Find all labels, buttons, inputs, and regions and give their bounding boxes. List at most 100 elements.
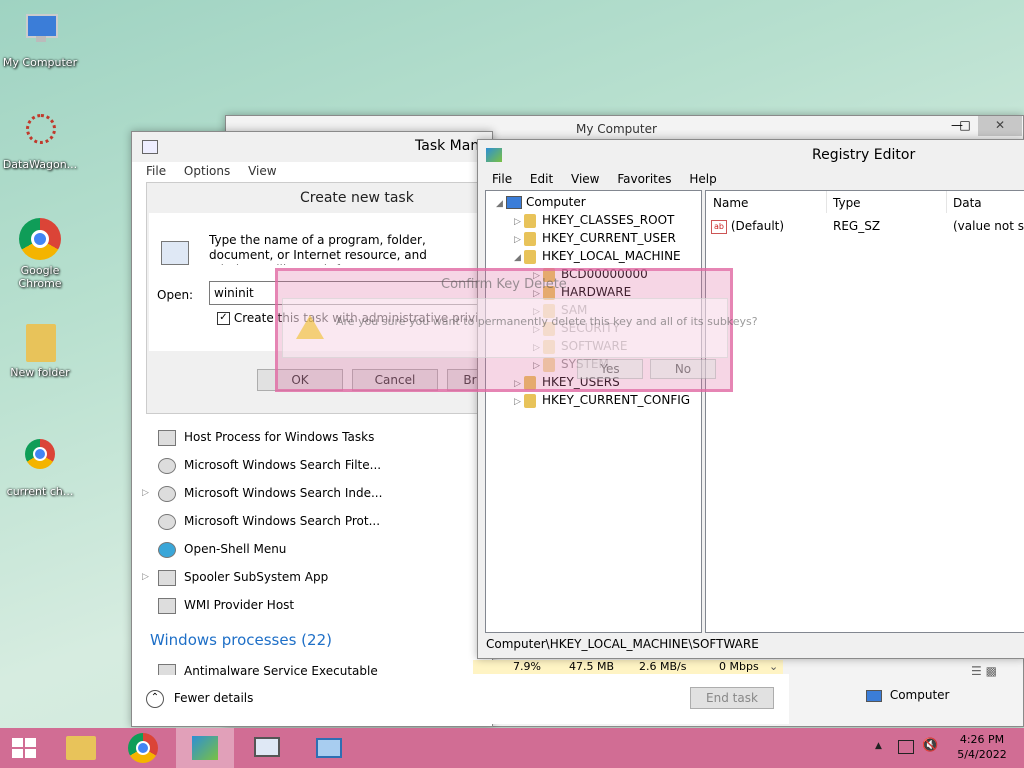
computer-icon <box>506 196 522 209</box>
run-icon <box>161 241 189 265</box>
desktop-icon-datawagon[interactable]: DataWagon... <box>0 112 80 171</box>
chevron-up-icon: ⌃ <box>146 689 164 708</box>
column-header-data[interactable]: Data <box>953 196 982 210</box>
menu-help[interactable]: Help <box>689 172 716 186</box>
folder-icon <box>524 249 536 264</box>
chrome-icon <box>18 218 62 262</box>
desktop-icon-google-chrome[interactable]: Google Chrome <box>0 218 80 290</box>
volume-muted-icon[interactable]: 🔇 <box>922 738 938 753</box>
view-toggle-icons[interactable]: ☰ ▩ <box>971 664 1015 680</box>
task-manager-title: Task Man <box>415 138 480 154</box>
folder-icon <box>66 736 96 760</box>
taskbar: ▲ 🔇 4:26 PM 5/4/2022 <box>0 728 1024 768</box>
menu-view[interactable]: View <box>248 164 276 178</box>
taskbar-run[interactable] <box>300 728 358 768</box>
confirm-title: Confirm Key Delete <box>441 277 567 292</box>
create-task-description: Type the name of a program, folder, docu… <box>209 233 427 265</box>
section-title: Windows processes (22) <box>150 631 332 649</box>
menu-edit[interactable]: Edit <box>530 172 553 186</box>
chrome-icon <box>18 439 62 483</box>
confirm-message: Are you sure you want to permanently del… <box>336 315 758 328</box>
desktop-icon-new-folder[interactable]: New folder <box>0 320 80 379</box>
scroll-down-icon[interactable]: ⌄ <box>769 660 778 673</box>
tree-item-hkcc[interactable]: ▷ HKEY_CURRENT_CONFIG <box>514 391 690 409</box>
close-button[interactable]: ✕ <box>978 116 1022 136</box>
clock[interactable]: 4:26 PM 5/4/2022 <box>950 732 1014 762</box>
printer-icon <box>158 569 176 586</box>
menu-favorites[interactable]: Favorites <box>617 172 671 186</box>
process-icon <box>158 597 176 614</box>
checkbox-checked-icon: ✓ <box>217 312 230 325</box>
list-item[interactable]: Microsoft Windows Search Prot... <box>158 507 380 535</box>
task-manager-icon <box>142 140 158 154</box>
registry-title: Registry Editor <box>812 147 916 163</box>
process-icon <box>158 429 176 446</box>
folder-icon <box>18 320 62 364</box>
column-header-name[interactable]: Name <box>713 196 748 210</box>
status-computer[interactable]: Computer <box>866 686 949 704</box>
process-icon <box>158 513 176 530</box>
confirm-delete-dialog[interactable]: Confirm Key Delete Are you sure you want… <box>275 268 758 392</box>
task-manager-icon <box>254 737 280 757</box>
desktop-icon-my-computer[interactable]: My Computer <box>0 10 80 69</box>
desktop-icon-current-chrome[interactable]: current ch... <box>0 435 80 498</box>
registry-menu: File Edit View Favorites Help <box>492 172 731 186</box>
fewer-details-button[interactable]: ⌃ Fewer details <box>146 688 253 708</box>
tree-item-hklm[interactable]: ◢ HKEY_LOCAL_MACHINE <box>514 247 681 265</box>
create-task-title: Create new task <box>300 190 414 206</box>
folder-icon <box>524 231 536 246</box>
process-icon <box>158 457 176 474</box>
registry-values-pane[interactable]: Name Type Data ab (Default) REG_SZ (valu… <box>705 190 1024 633</box>
list-item[interactable]: WMI Provider Host <box>158 591 294 619</box>
tree-item-hkcu[interactable]: ▷ HKEY_CURRENT_USER <box>514 229 676 247</box>
folder-icon <box>524 213 536 228</box>
list-item[interactable]: Open-Shell Menu <box>158 535 286 563</box>
folder-icon <box>524 393 536 408</box>
registry-tree[interactable]: ◢ Computer ▷ HKEY_CLASSES_ROOT ▷ HKEY_CURRE… <box>485 190 702 633</box>
computer-icon <box>866 689 882 702</box>
list-item[interactable]: Antimalware Service Executable <box>158 657 378 675</box>
menu-file[interactable]: File <box>146 164 166 178</box>
computer-icon <box>18 10 62 54</box>
yes-button[interactable]: Yes <box>577 359 643 379</box>
column-header-type[interactable]: Type <box>833 196 861 210</box>
registry-icon <box>486 148 502 162</box>
maximize-button[interactable]: □ <box>952 116 978 136</box>
expand-icon[interactable]: ▷ <box>142 479 149 507</box>
open-label: Open: <box>157 288 194 302</box>
end-task-button[interactable]: End task <box>690 687 774 709</box>
task-manager-window[interactable]: Task Man File Options View Create new ta… <box>131 131 514 727</box>
shell-icon <box>158 541 176 558</box>
taskbar-task-manager[interactable] <box>238 728 296 768</box>
warning-icon <box>296 315 324 339</box>
taskbar-registry-editor[interactable] <box>176 728 234 768</box>
list-item[interactable]: Host Process for Windows Tasks <box>158 423 374 451</box>
datawagon-icon <box>18 112 62 156</box>
clock-time: 4:26 PM <box>959 733 1005 746</box>
tree-item-computer[interactable]: ◢ Computer <box>496 193 586 211</box>
list-item[interactable]: ▷ Microsoft Windows Search Inde... <box>142 479 382 507</box>
process-icon <box>158 485 176 502</box>
start-button[interactable] <box>0 728 50 768</box>
registry-status-bar: Computer\HKEY_LOCAL_MACHINE\SOFTWARE <box>486 637 759 651</box>
tree-item-hkcr[interactable]: ▷ HKEY_CLASSES_ROOT <box>514 211 674 229</box>
window-icon <box>316 738 342 758</box>
menu-view[interactable]: View <box>571 172 599 186</box>
table-row[interactable]: ab (Default) REG_SZ (value not set) <box>711 217 1024 235</box>
taskbar-file-explorer[interactable] <box>52 728 110 768</box>
registry-editor-window[interactable]: Registry Editor File Edit View Favorites… <box>477 139 1024 659</box>
windows-logo-icon <box>12 738 36 758</box>
taskbar-chrome[interactable] <box>114 728 172 768</box>
chrome-icon <box>128 733 158 763</box>
no-button[interactable]: No <box>650 359 716 379</box>
list-item[interactable]: Microsoft Windows Search Filte... <box>158 451 381 479</box>
menu-file[interactable]: File <box>492 172 512 186</box>
menu-options[interactable]: Options <box>184 164 230 178</box>
list-item[interactable]: ▷ Spooler SubSystem App <box>142 563 328 591</box>
process-icon <box>158 663 176 675</box>
task-manager-menu: File Options View <box>146 164 291 178</box>
tray-overflow-icon[interactable]: ▲ <box>875 741 882 751</box>
expand-icon[interactable]: ▷ <box>142 563 149 591</box>
network-icon[interactable] <box>898 740 914 754</box>
registry-icon <box>192 736 218 760</box>
